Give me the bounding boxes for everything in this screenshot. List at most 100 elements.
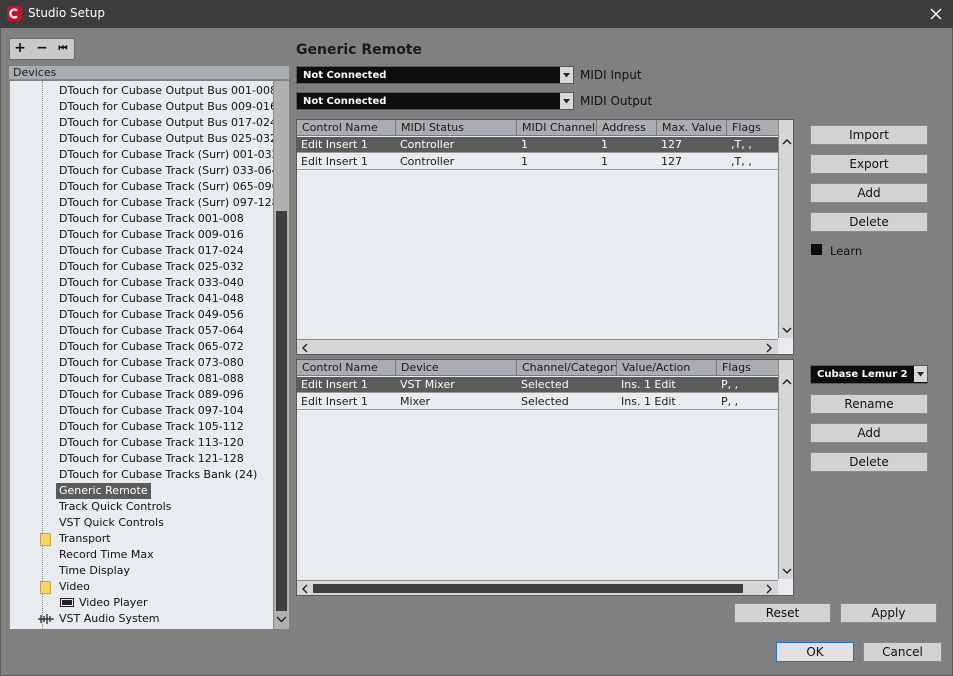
- column-header[interactable]: MIDI Channel: [517, 120, 597, 136]
- tree-folder[interactable]: VST Audio System: [10, 611, 270, 627]
- column-header[interactable]: Channel/Category: [517, 360, 617, 376]
- chevron-down-icon[interactable]: [560, 93, 573, 109]
- add-bank-button[interactable]: Add: [810, 423, 928, 443]
- midi-output-select[interactable]: Not Connected: [296, 92, 574, 110]
- tree-item[interactable]: VST Quick Controls: [10, 515, 270, 531]
- tree-item[interactable]: DTouch for Cubase Track 009-016: [10, 227, 270, 243]
- reset-device-button[interactable]: ⏮: [53, 39, 73, 59]
- table-cell[interactable]: Controller: [396, 137, 517, 153]
- table-cell[interactable]: Selected: [517, 377, 617, 393]
- devices-tree-scrollbar[interactable]: [273, 81, 289, 629]
- tree-item[interactable]: DTouch for Cubase Track 057-064: [10, 323, 270, 339]
- scrollbar-thumb[interactable]: [313, 584, 743, 593]
- tree-item[interactable]: Time Display: [10, 563, 270, 579]
- table-cell[interactable]: 1: [597, 154, 657, 170]
- tree-item[interactable]: DTouch for Cubase Track (Surr) 097-128: [10, 195, 275, 211]
- tree-item[interactable]: DTouch for Cubase Tracks Bank (24): [10, 467, 270, 483]
- tree-item[interactable]: DTouch for Cubase Track 089-096: [10, 387, 270, 403]
- column-header[interactable]: Flags: [717, 360, 779, 376]
- scroll-up-icon[interactable]: [781, 376, 793, 388]
- tree-item[interactable]: DTouch for Cubase Track (Surr) 065-096: [10, 179, 275, 195]
- add-device-button[interactable]: +: [10, 39, 30, 59]
- tree-item[interactable]: Video Player: [10, 595, 270, 611]
- ok-button[interactable]: OK: [776, 642, 854, 662]
- bank-select[interactable]: Cubase Lemur 2: [810, 365, 928, 384]
- column-header[interactable]: Control Name: [297, 360, 396, 376]
- tree-item[interactable]: DTouch for Cubase Track (Surr) 001-032: [10, 147, 275, 163]
- table-cell[interactable]: Edit Insert 1: [297, 377, 396, 393]
- table-cell[interactable]: Edit Insert 1: [297, 394, 396, 410]
- vertical-scrollbar[interactable]: [778, 360, 793, 579]
- tree-item[interactable]: DTouch for Cubase Output Bus 017-024: [10, 115, 275, 131]
- tree-item[interactable]: DTouch for Cubase Output Bus 001-008: [10, 83, 275, 99]
- scroll-right-icon[interactable]: [763, 342, 775, 354]
- close-window-button[interactable]: [919, 0, 953, 28]
- table-cell[interactable]: VST Mixer: [396, 377, 517, 393]
- scroll-left-icon[interactable]: [299, 342, 311, 354]
- tree-item[interactable]: DTouch for Cubase Track 065-072: [10, 339, 270, 355]
- tree-item[interactable]: DTouch for Cubase Track 049-056: [10, 307, 270, 323]
- column-header[interactable]: Flags: [727, 120, 779, 136]
- learn-checkbox[interactable]: [811, 244, 822, 255]
- table-row[interactable]: Edit Insert 1 Controller 1 1 127 ,T, ,: [297, 137, 778, 153]
- tree-item[interactable]: DTouch for Cubase Track 041-048: [10, 291, 270, 307]
- table-cell[interactable]: 1: [517, 154, 597, 170]
- table-row[interactable]: Edit Insert 1 Mixer Selected Ins. 1 Edit P, …: [297, 394, 778, 410]
- scroll-down-icon[interactable]: [781, 324, 793, 336]
- table-cell[interactable]: 1: [517, 137, 597, 153]
- scroll-down-icon[interactable]: [276, 613, 287, 625]
- tree-item[interactable]: DTouch for Cubase Track 121-128: [10, 451, 270, 467]
- table-cell[interactable]: Mixer: [396, 394, 517, 410]
- scroll-left-icon[interactable]: [299, 583, 311, 595]
- chevron-down-icon[interactable]: [560, 67, 573, 83]
- tree-item[interactable]: Record Time Max: [10, 547, 270, 563]
- import-button[interactable]: Import: [810, 125, 928, 145]
- tree-item[interactable]: Generic Remote: [10, 483, 270, 499]
- add-control-button[interactable]: Add: [810, 183, 928, 203]
- table-cell[interactable]: Edit Insert 1: [297, 154, 396, 170]
- tree-item[interactable]: DTouch for Cubase Track 113-120: [10, 435, 270, 451]
- cancel-button[interactable]: Cancel: [863, 642, 942, 662]
- tree-item[interactable]: DTouch for Cubase Track 081-088: [10, 371, 270, 387]
- tree-item[interactable]: DTouch for Cubase Track 017-024: [10, 243, 270, 259]
- table-cell[interactable]: 127: [657, 154, 727, 170]
- scroll-up-icon[interactable]: [781, 136, 793, 148]
- table-cell[interactable]: Ins. 1 Edit: [617, 394, 717, 410]
- column-header[interactable]: Device: [396, 360, 517, 376]
- table-cell[interactable]: ,T, ,: [727, 154, 779, 170]
- delete-bank-button[interactable]: Delete: [810, 452, 928, 472]
- tree-item[interactable]: DTouch for Cubase Track 073-080: [10, 355, 270, 371]
- tree-item[interactable]: DTouch for Cubase Output Bus 025-032: [10, 131, 275, 147]
- scrollbar-thumb[interactable]: [276, 211, 287, 611]
- tree-item[interactable]: DTouch for Cubase Track 033-040: [10, 275, 270, 291]
- tree-item[interactable]: DTouch for Cubase Track 001-008: [10, 211, 270, 227]
- table-cell[interactable]: Ins. 1 Edit: [617, 377, 717, 393]
- table-cell[interactable]: Selected: [517, 394, 617, 410]
- delete-control-button[interactable]: Delete: [810, 212, 928, 232]
- table-cell[interactable]: Controller: [396, 154, 517, 170]
- tree-item[interactable]: DTouch for Cubase Track 097-104: [10, 403, 270, 419]
- rename-bank-button[interactable]: Rename: [810, 394, 928, 414]
- horizontal-scrollbar[interactable]: [297, 339, 778, 354]
- table-cell[interactable]: 1: [597, 137, 657, 153]
- table-cell[interactable]: P, ,: [717, 377, 779, 393]
- remove-device-button[interactable]: −: [32, 39, 52, 59]
- vertical-scrollbar[interactable]: [778, 120, 793, 338]
- table-cell[interactable]: 127: [657, 137, 727, 153]
- column-header[interactable]: Address: [597, 120, 657, 136]
- table-row[interactable]: Edit Insert 1 Controller 1 1 127 ,T, ,: [297, 154, 778, 170]
- tree-item[interactable]: DTouch for Cubase Track 025-032: [10, 259, 270, 275]
- apply-button[interactable]: Apply: [840, 603, 937, 623]
- export-button[interactable]: Export: [810, 154, 928, 174]
- tree-item[interactable]: DTouch for Cubase Output Bus 009-016: [10, 99, 275, 115]
- tree-item[interactable]: DTouch for Cubase Track (Surr) 033-064: [10, 163, 275, 179]
- table-cell[interactable]: Edit Insert 1: [297, 137, 396, 153]
- chevron-down-icon[interactable]: [914, 366, 927, 382]
- column-header[interactable]: Control Name: [297, 120, 396, 136]
- table-cell[interactable]: P, ,: [717, 394, 779, 410]
- horizontal-scrollbar[interactable]: [297, 580, 778, 595]
- tree-folder[interactable]: Video: [10, 579, 270, 595]
- tree-item[interactable]: DTouch for Cubase Track 105-112: [10, 419, 270, 435]
- tree-item[interactable]: Track Quick Controls: [10, 499, 270, 515]
- scroll-down-icon[interactable]: [781, 565, 793, 577]
